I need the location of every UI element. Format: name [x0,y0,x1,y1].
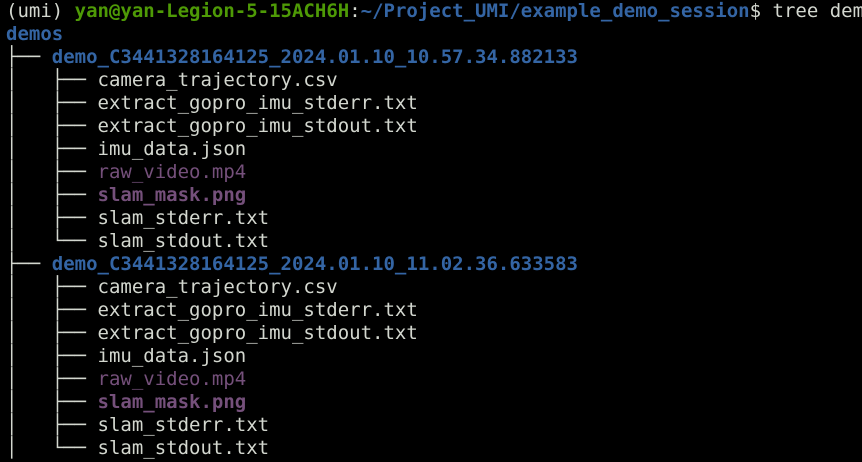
tree-branch: ├── [6,46,52,68]
file-name: extract_gopro_imu_stderr.txt [97,92,418,114]
tree-branch: │ ├── [6,69,98,91]
file-name: camera_trajectory.csv [97,69,338,91]
file-name: extract_gopro_imu_stderr.txt [97,299,418,321]
dir-name: demo_C3441328164125_2024.01.10_11.02.36.… [51,253,578,275]
tree-dir-row: ├── demo_C3441328164125_2024.01.10_10.57… [6,46,578,69]
tree-branch: │ ├── [6,161,98,183]
tree-file-row: │ ├── raw_video.mp4 [6,161,246,184]
tree-branch: │ ├── [6,414,98,436]
tree-file-row: │ ├── extract_gopro_imu_stderr.txt [6,92,418,115]
tree-branch: │ ├── [6,115,98,137]
tree-branch: │ ├── [6,368,98,390]
tree-branch: ├── [6,253,52,275]
file-name: extract_gopro_imu_stdout.txt [97,115,418,137]
tree-file-row: │ ├── camera_trajectory.csv [6,276,338,299]
tree-file-row: │ ├── camera_trajectory.csv [6,69,338,92]
file-name-image: slam_mask.png [97,391,247,413]
tree-branch: │ └── [6,437,98,459]
tree-branch: │ ├── [6,184,98,206]
tree-branch: │ ├── [6,299,98,321]
terminal-window[interactable]: (umi) yan@yan-Legion-5-15ACH6H:~/Project… [0,0,862,462]
command-text: tree demos [772,0,862,22]
tree-branch: │ ├── [6,391,98,413]
file-name-image: slam_mask.png [97,184,247,206]
file-name: slam_stderr.txt [97,414,270,436]
tree-dir-row: ├── demo_C3441328164125_2024.01.10_11.02… [6,253,578,276]
file-name: slam_stderr.txt [97,207,270,229]
tree-branch: │ └── [6,230,98,252]
tree-file-row: │ └── slam_stdout.txt [6,437,269,460]
file-name: imu_data.json [97,138,247,160]
conda-env: (umi) [6,0,64,22]
tree-file-row: │ ├── extract_gopro_imu_stderr.txt [6,299,418,322]
file-name: extract_gopro_imu_stdout.txt [97,322,418,344]
root-dir-name: demos [6,23,64,45]
tree-branch: │ ├── [6,92,98,114]
prompt-separator: : [349,0,361,22]
user-host: yan@yan-Legion-5-15ACH6H [74,0,350,22]
tree-file-row: │ ├── slam_stderr.txt [6,207,269,230]
file-name: camera_trajectory.csv [97,276,338,298]
tree-file-row: │ ├── extract_gopro_imu_stdout.txt [6,322,418,345]
tree-file-row: │ └── slam_stdout.txt [6,230,269,253]
tree-file-row: │ ├── slam_mask.png [6,391,246,414]
tree-file-row: │ ├── imu_data.json [6,138,246,161]
tree-root: demos [6,23,63,46]
tree-file-row: │ ├── extract_gopro_imu_stdout.txt [6,115,418,138]
tree-file-row: │ ├── slam_mask.png [6,184,246,207]
tree-file-row: │ ├── slam_stderr.txt [6,414,269,437]
tree-branch: │ ├── [6,345,98,367]
prompt-symbol: $ [749,0,762,22]
tree-branch: │ ├── [6,207,98,229]
working-directory: ~/Project_UMI/example_demo_session [360,0,750,22]
tree-branch: │ ├── [6,138,98,160]
dir-name: demo_C3441328164125_2024.01.10_10.57.34.… [51,46,578,68]
file-name-video: raw_video.mp4 [97,161,247,183]
tree-branch: │ ├── [6,322,98,344]
file-name-video: raw_video.mp4 [97,368,247,390]
file-name: slam_stdout.txt [97,230,270,252]
file-name: imu_data.json [97,345,247,367]
tree-file-row: │ ├── imu_data.json [6,345,246,368]
file-name: slam_stdout.txt [97,437,270,459]
tree-file-row: │ ├── raw_video.mp4 [6,368,246,391]
prompt-line: (umi) yan@yan-Legion-5-15ACH6H:~/Project… [6,0,862,23]
tree-branch: │ ├── [6,276,98,298]
